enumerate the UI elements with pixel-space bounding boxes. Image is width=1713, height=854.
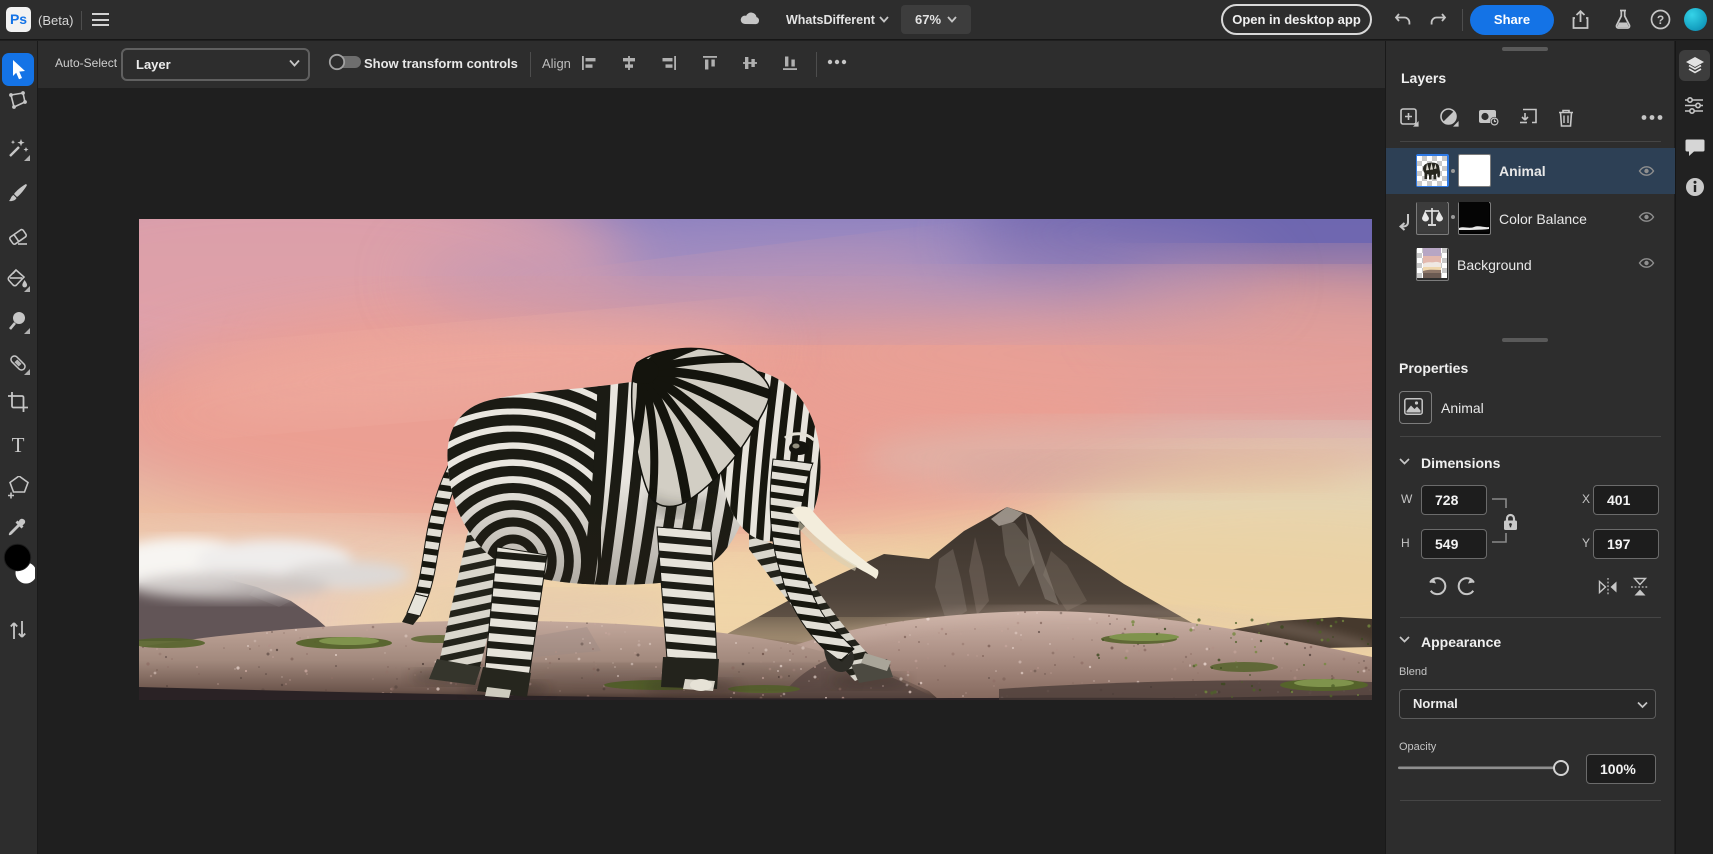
svg-text:?: ? — [1657, 13, 1664, 27]
svg-text:T: T — [12, 434, 25, 456]
